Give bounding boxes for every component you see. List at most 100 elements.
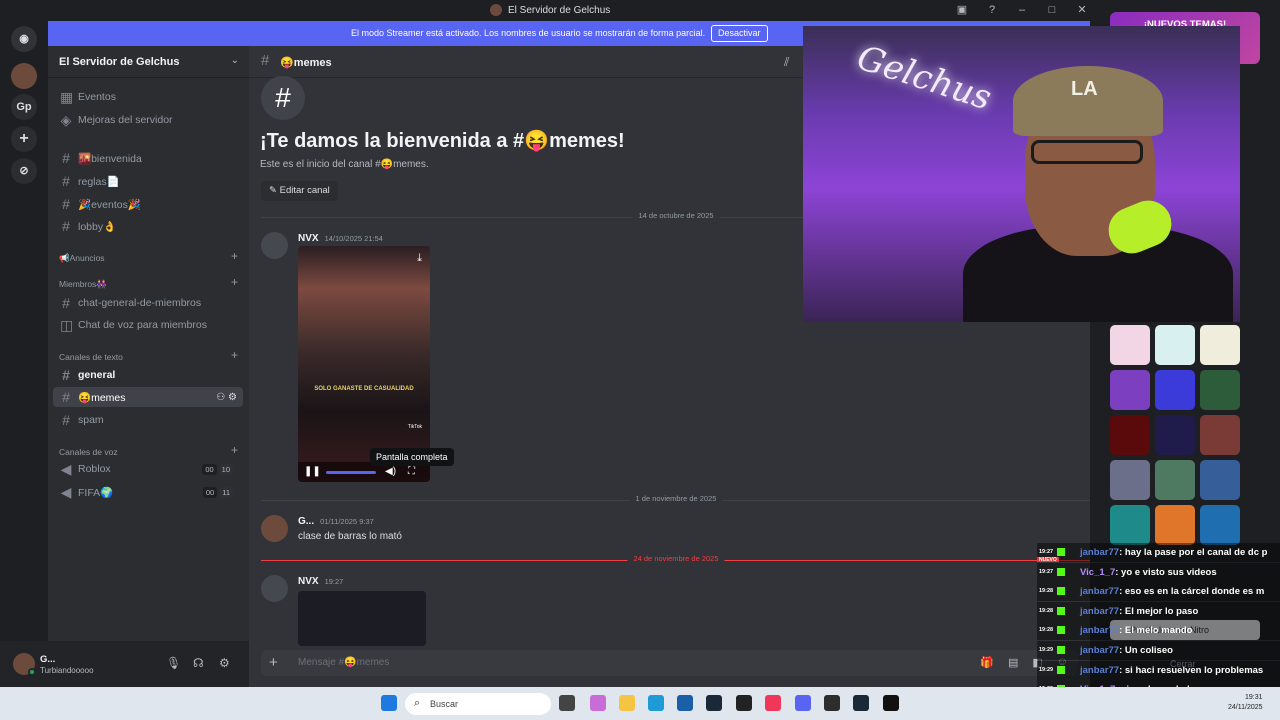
windows-start-icon[interactable]: [381, 695, 397, 711]
chat-time: 19:29: [1039, 666, 1054, 673]
add-channel-icon[interactable]: +: [231, 275, 238, 289]
theme-swatch[interactable]: [1200, 460, 1240, 500]
edge-icon[interactable]: [648, 695, 664, 711]
theme-swatch[interactable]: [1110, 325, 1150, 365]
attachment-preview[interactable]: [298, 591, 426, 646]
theme-swatch[interactable]: [1200, 505, 1240, 545]
headphones-icon[interactable]: ☊: [193, 656, 204, 670]
avatar[interactable]: [261, 575, 288, 602]
store-icon[interactable]: [677, 695, 693, 711]
theme-swatch[interactable]: [1155, 505, 1195, 545]
theme-swatch[interactable]: [1155, 415, 1195, 455]
inbox-icon[interactable]: ▣: [954, 2, 970, 18]
channel-spam[interactable]: # spam: [53, 410, 243, 430]
obs-icon[interactable]: [736, 695, 752, 711]
avatar[interactable]: [261, 515, 288, 542]
pencil-icon: ✎: [269, 185, 277, 196]
discord-home-icon[interactable]: ◉: [11, 26, 37, 52]
channel-bienvenida[interactable]: # 🌇bienvenida: [53, 148, 243, 168]
threads-icon[interactable]: ⫽: [784, 55, 789, 70]
help-icon[interactable]: ?: [984, 2, 1000, 18]
theme-swatch[interactable]: [1155, 325, 1195, 365]
video-progress[interactable]: [326, 471, 376, 474]
tiktok-icon[interactable]: [883, 695, 899, 711]
chat-line-text: janbar77: hay la pase por el canal de dc…: [1080, 547, 1267, 558]
voice-channel-roblox[interactable]: ◀ Roblox 00 10: [53, 459, 243, 479]
gift-icon[interactable]: 🎁: [980, 656, 994, 669]
add-channel-icon[interactable]: +: [231, 443, 238, 457]
system-clock[interactable]: 19:31 24/11/2025: [1228, 693, 1263, 713]
events-item[interactable]: ▦ Eventos: [53, 87, 243, 107]
server-gp-icon[interactable]: Gp: [11, 94, 37, 120]
stream-chat-line: 19:28 janbar77: El melo mando: [1037, 621, 1280, 641]
taskbar-search[interactable]: ⌕ Buscar: [405, 693, 551, 715]
file-explorer-icon[interactable]: [619, 695, 635, 711]
download-icon[interactable]: ⤓: [417, 252, 422, 265]
message-composer[interactable]: + Mensaje #😝memes 🎁 ▤ ◧ ☺: [261, 650, 1078, 676]
steam-icon[interactable]: [706, 695, 722, 711]
message-input[interactable]: Mensaje #😝memes: [298, 657, 389, 668]
message-author[interactable]: NVX 14/10/2025 21:54: [298, 233, 383, 244]
channel-lobby[interactable]: # lobby👌: [53, 216, 243, 236]
fullscreen-icon[interactable]: ⛶: [408, 466, 415, 477]
add-server-icon[interactable]: +: [11, 126, 37, 152]
add-channel-icon[interactable]: +: [231, 249, 238, 263]
boost-item[interactable]: ◈ Mejoras del servidor: [53, 110, 243, 130]
copilot-icon[interactable]: [590, 695, 606, 711]
theme-swatch[interactable]: [1110, 505, 1150, 545]
add-attachment-icon[interactable]: +: [269, 654, 278, 671]
add-channel-icon[interactable]: +: [231, 348, 238, 362]
streamer-cap: [1013, 66, 1163, 136]
kick-badge-icon: [1057, 587, 1065, 596]
theme-swatch[interactable]: [1200, 370, 1240, 410]
theme-swatch[interactable]: [1200, 415, 1240, 455]
terminal-icon[interactable]: [824, 695, 840, 711]
maximize-icon[interactable]: □: [1044, 2, 1060, 18]
category-texto[interactable]: Canales de texto: [59, 352, 123, 362]
microphone-icon[interactable]: 🎙: [166, 656, 181, 670]
close-icon[interactable]: ✕: [1074, 2, 1090, 18]
gear-icon[interactable]: ⚙: [219, 656, 230, 670]
steam-icon[interactable]: [853, 695, 869, 711]
channel-eventos[interactable]: # 🎉eventos🎉: [53, 194, 243, 214]
fullscreen-tooltip: Pantalla completa: [370, 448, 454, 466]
theme-swatch[interactable]: [1200, 325, 1240, 365]
music-icon[interactable]: [765, 695, 781, 711]
channel-chat-general-de-miembros[interactable]: # chat-general-de-miembros: [53, 293, 243, 313]
server-header[interactable]: El Servidor de Gelchus ⌄: [48, 46, 249, 78]
search-icon: ⌕: [414, 697, 421, 709]
message-author[interactable]: G... 01/11/2025 9:37: [298, 516, 374, 527]
category-miembros[interactable]: Miembros👭: [59, 279, 107, 290]
disable-streamer-button[interactable]: Desactivar: [711, 25, 768, 42]
chat-username: janbar77: [1080, 645, 1120, 656]
minimize-icon[interactable]: –: [1014, 2, 1030, 18]
category-anuncios[interactable]: 📢Anuncios: [59, 253, 105, 264]
channel-reglas[interactable]: # reglas📄: [53, 171, 243, 191]
avatar[interactable]: [261, 232, 288, 259]
volume-icon[interactable]: ◀): [385, 466, 396, 477]
theme-swatch[interactable]: [1110, 370, 1150, 410]
voice-channel-fifa[interactable]: ◀ FIFA🌍 00 11: [53, 482, 243, 502]
discord-icon[interactable]: [795, 695, 811, 711]
channel-memes[interactable]: # 😝memes ⚇ ⚙: [53, 387, 243, 407]
theme-swatch[interactable]: [1155, 370, 1195, 410]
video-attachment[interactable]: ⤓ SOLO GANASTE DE CASUALIDAD TikTok ❚❚ ◀…: [298, 246, 430, 482]
category-voz[interactable]: Canales de voz: [59, 447, 118, 457]
pause-icon[interactable]: ❚❚: [304, 466, 321, 477]
message-author[interactable]: NVX 19:27: [298, 576, 343, 587]
channel-general[interactable]: # general: [53, 365, 243, 385]
chat-line-text: janbar77: Un coliseo: [1080, 645, 1173, 656]
invite-settings-icons[interactable]: ⚇ ⚙: [216, 392, 237, 403]
gif-icon[interactable]: ▤: [1008, 656, 1018, 669]
speaker-icon: ◀: [60, 483, 72, 500]
server-gelchus-icon[interactable]: [11, 63, 37, 89]
explore-icon[interactable]: ⊘: [11, 158, 37, 184]
task-view-icon[interactable]: [559, 695, 575, 711]
theme-swatch[interactable]: [1110, 460, 1150, 500]
chat-time: 19:29: [1039, 647, 1054, 653]
theme-swatch[interactable]: [1110, 415, 1150, 455]
edit-channel-button[interactable]: ✎ Editar canal: [261, 181, 338, 201]
theme-swatch[interactable]: [1155, 460, 1195, 500]
channel-chat-de-voz[interactable]: ◫ Chat de voz para miembros: [53, 315, 243, 335]
hash-icon: #: [62, 412, 70, 428]
